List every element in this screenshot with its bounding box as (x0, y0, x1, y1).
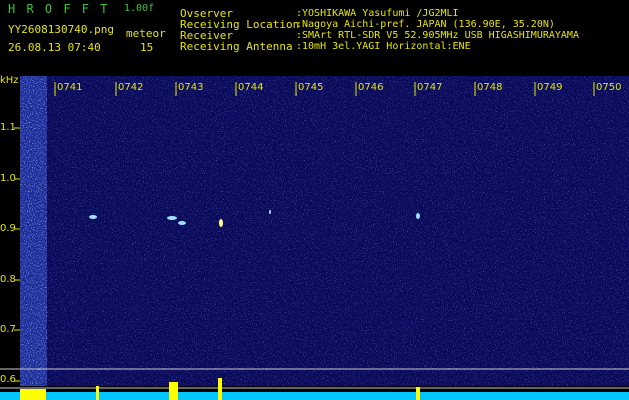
spectrogram (0, 76, 629, 400)
x-tick-label: 0742 (118, 82, 144, 93)
y-tick-label: 0.8 (0, 274, 16, 285)
header-panel: H R O F F T 1.00f YY2608130740.png 26.08… (0, 0, 629, 76)
info-value-location: :Nagoya Aichi-pref. JAPAN (136.90E, 35.2… (296, 19, 555, 30)
image-datetime: 26.08.13 07:40 (8, 41, 101, 54)
image-filename: YY2608130740.png (8, 23, 114, 36)
x-tick-label: 0747 (417, 82, 443, 93)
signal-peak (20, 389, 46, 400)
x-tick-label: 0744 (238, 82, 264, 93)
x-tick-label: 0741 (57, 82, 83, 93)
meteor-echo (178, 221, 186, 225)
signal-peak (218, 378, 222, 400)
app-name: H R O F F T (8, 2, 110, 16)
y-tick-label: 0.6 (0, 374, 16, 385)
x-tick-label: 0746 (358, 82, 384, 93)
signal-baseline (0, 392, 629, 400)
meteor-echo (89, 215, 97, 219)
info-label-antenna: Receiving Antenna (180, 40, 293, 53)
x-tick-label: 0748 (477, 82, 503, 93)
x-tick-label: 0750 (596, 82, 622, 93)
info-value-antenna: :10mH 3el.YAGI Horizontal:ENE (296, 41, 471, 52)
meteor-echo (219, 219, 223, 227)
info-value-observer: :YOSHIKAWA Yasufumi /JG2MLI (296, 8, 459, 19)
signal-peak (416, 387, 420, 400)
info-value-receiver: :SMArt RTL-SDR V5 52.905MHz USB HIGASHIM… (296, 30, 579, 41)
y-axis-unit: kHz (0, 75, 19, 86)
x-tick-label: 0743 (178, 82, 204, 93)
meteor-echo (416, 213, 420, 219)
signal-peak (96, 386, 99, 400)
y-tick-label: 0.9 (0, 223, 16, 234)
x-tick-label: 0745 (298, 82, 324, 93)
meteor-echo (269, 210, 271, 214)
meteor-count: 15 (140, 41, 154, 54)
y-tick-label: 1.1 (0, 122, 16, 133)
app-version: 1.00f (124, 3, 155, 14)
y-tick-label: 0.7 (0, 324, 16, 335)
y-tick-label: 1.0 (0, 173, 16, 184)
meteor-echo (167, 216, 177, 220)
meteor-label: meteor (126, 27, 166, 40)
signal-peak (169, 382, 178, 400)
x-tick-label: 0749 (537, 82, 563, 93)
